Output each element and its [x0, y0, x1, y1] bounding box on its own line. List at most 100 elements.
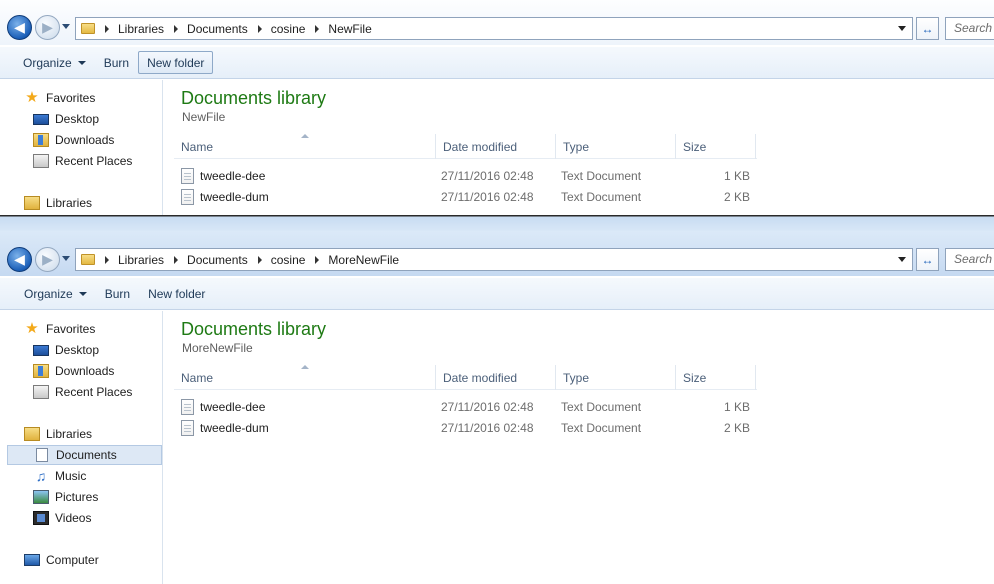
breadcrumb-arrow-icon[interactable] — [174, 24, 179, 33]
column-header-size[interactable]: Size — [676, 134, 756, 159]
recent-pages-dropdown-icon[interactable] — [62, 256, 70, 261]
breadcrumb-item[interactable]: cosine — [257, 22, 306, 36]
nav-label: Recent Places — [55, 385, 133, 399]
address-history-dropdown-icon[interactable] — [898, 257, 906, 262]
breadcrumb-libraries[interactable]: Libraries — [118, 22, 164, 36]
nav-recent-places[interactable]: Recent Places — [33, 151, 132, 171]
breadcrumb-item[interactable]: Libraries — [105, 22, 164, 36]
breadcrumb-cosine[interactable]: cosine — [271, 253, 306, 267]
organize-label: Organize — [23, 55, 72, 70]
file-row[interactable]: tweedle-dum 27/11/2016 02:48 Text Docume… — [181, 417, 761, 438]
column-label: Date modified — [443, 140, 518, 154]
column-label: Type — [563, 371, 590, 385]
nav-recent-places[interactable]: Recent Places — [33, 382, 132, 402]
nav-videos[interactable]: Videos — [33, 508, 91, 528]
organize-button[interactable]: Organize — [14, 51, 95, 74]
breadcrumb-item[interactable]: Documents — [174, 22, 248, 36]
star-icon: ★ — [25, 89, 39, 106]
recent-pages-dropdown-icon[interactable] — [62, 24, 70, 29]
breadcrumb-libraries[interactable]: Libraries — [118, 253, 164, 267]
recent-places-icon — [33, 154, 49, 168]
file-type: Text Document — [561, 168, 642, 183]
column-label: Type — [563, 140, 590, 154]
file-size: 1 KB — [723, 399, 750, 414]
breadcrumb-item[interactable]: NewFile — [315, 22, 372, 36]
breadcrumb-arrow-icon[interactable] — [315, 255, 320, 264]
nav-downloads[interactable]: Downloads — [33, 130, 114, 150]
back-arrow-icon[interactable]: ◀ — [7, 247, 32, 272]
nav-favorites[interactable]: ★ Favorites — [24, 319, 95, 339]
sort-ascending-icon — [301, 134, 309, 138]
address-box[interactable]: Libraries Documents cosine MoreNewFile — [75, 248, 913, 271]
new-folder-button[interactable]: New folder — [138, 51, 214, 74]
search-input[interactable]: Search — [945, 248, 994, 271]
library-title: Documents library — [181, 88, 327, 108]
burn-button[interactable]: Burn — [95, 51, 138, 74]
breadcrumb-current-folder[interactable]: MoreNewFile — [328, 253, 399, 267]
nav-desktop[interactable]: Desktop — [33, 109, 99, 129]
file-row[interactable]: tweedle-dum 27/11/2016 02:48 Text Docume… — [181, 186, 761, 207]
breadcrumb-documents[interactable]: Documents — [187, 253, 248, 267]
breadcrumb-arrow-icon[interactable] — [315, 24, 320, 33]
back-arrow-icon[interactable]: ◀ — [7, 15, 32, 40]
organize-button[interactable]: Organize — [15, 282, 96, 305]
breadcrumb-documents[interactable]: Documents — [187, 22, 248, 36]
nav-documents[interactable]: Documents — [7, 445, 162, 465]
breadcrumb-item[interactable]: Documents — [174, 253, 248, 267]
nav-desktop[interactable]: Desktop — [33, 340, 99, 360]
explorer-window-morenewfile: ◀ ▶ Libraries Documents cosine MoreNewFi… — [0, 231, 994, 584]
breadcrumb-cosine[interactable]: cosine — [271, 22, 306, 36]
address-box[interactable]: Libraries Documents cosine NewFile — [75, 17, 913, 40]
nav-label: Libraries — [46, 196, 93, 210]
file-row[interactable]: tweedle-dee 27/11/2016 02:48 Text Docume… — [181, 165, 761, 186]
column-header-type[interactable]: Type — [556, 134, 676, 159]
forward-arrow-icon[interactable]: ▶ — [35, 247, 60, 272]
breadcrumb-item[interactable]: cosine — [257, 253, 306, 267]
library-title: Documents library — [181, 319, 327, 339]
libraries-icon — [24, 427, 40, 441]
file-type: Text Document — [561, 420, 642, 435]
forward-arrow-icon[interactable]: ▶ — [35, 15, 60, 40]
nav-label: Music — [55, 469, 87, 483]
column-header-name[interactable]: Name — [174, 134, 436, 159]
file-list-pane: Documents library NewFile Name Date modi… — [164, 80, 994, 215]
column-header-date[interactable]: Date modified — [436, 134, 556, 159]
search-input[interactable]: Search — [945, 17, 994, 40]
column-header-type[interactable]: Type — [556, 365, 676, 390]
folder-icon — [81, 254, 95, 265]
breadcrumb-arrow-icon[interactable] — [105, 24, 109, 33]
nav-libraries[interactable]: Libraries — [24, 424, 92, 444]
computer-icon — [24, 554, 40, 566]
burn-label: Burn — [104, 286, 131, 301]
breadcrumb-arrow-icon[interactable] — [105, 255, 109, 264]
breadcrumb-item[interactable]: Libraries — [105, 253, 164, 267]
column-header-size[interactable]: Size — [676, 365, 756, 390]
file-size: 1 KB — [723, 168, 750, 183]
nav-music[interactable]: ♫ Music — [33, 466, 87, 486]
library-subtitle: MoreNewFile — [182, 341, 253, 355]
nav-libraries[interactable]: Libraries — [24, 193, 92, 213]
address-history-dropdown-icon[interactable] — [898, 26, 906, 31]
nav-pictures[interactable]: Pictures — [33, 487, 98, 507]
burn-button[interactable]: Burn — [96, 282, 139, 305]
file-name: tweedle-dee — [200, 168, 266, 183]
new-folder-button[interactable]: New folder — [139, 282, 214, 305]
breadcrumb-arrow-icon[interactable] — [257, 255, 262, 264]
refresh-icon[interactable]: ↔ — [916, 17, 939, 40]
breadcrumb-item[interactable]: MoreNewFile — [315, 253, 399, 267]
new-folder-label: New folder — [147, 55, 205, 70]
nav-favorites[interactable]: ★ Favorites — [24, 88, 95, 108]
nav-downloads[interactable]: Downloads — [33, 361, 114, 381]
file-name: tweedle-dum — [200, 189, 269, 204]
column-header-row: Name Date modified Type Size — [174, 365, 757, 390]
document-icon — [36, 448, 48, 462]
column-header-name[interactable]: Name — [174, 365, 436, 390]
refresh-icon[interactable]: ↔ — [916, 248, 939, 271]
breadcrumb-arrow-icon[interactable] — [174, 255, 179, 264]
file-row[interactable]: tweedle-dee 27/11/2016 02:48 Text Docume… — [181, 396, 761, 417]
nav-computer[interactable]: Computer — [24, 550, 99, 570]
column-header-date[interactable]: Date modified — [436, 365, 556, 390]
breadcrumb-arrow-icon[interactable] — [257, 24, 262, 33]
address-bar-area: ◀ ▶ Libraries Documents cosine NewFile ↔… — [0, 0, 994, 45]
breadcrumb-current-folder[interactable]: NewFile — [328, 22, 371, 36]
